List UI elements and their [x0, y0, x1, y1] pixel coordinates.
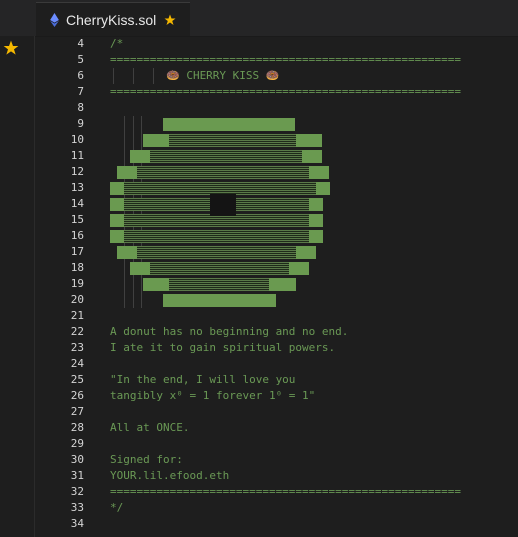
art-block — [117, 246, 137, 259]
line-number: 30 — [70, 453, 84, 466]
art-shading — [137, 246, 296, 259]
line-number: 11 — [70, 149, 84, 162]
line-number: 34 — [70, 517, 84, 530]
line-number: 31 — [70, 469, 84, 482]
art-block — [110, 230, 124, 243]
art-block — [269, 278, 296, 291]
art-block — [309, 198, 323, 211]
separator-line: ========================================… — [110, 53, 461, 66]
separator-line: ========================================… — [110, 485, 461, 498]
art-block — [110, 198, 124, 211]
comment-text: "In the end, I will love you — [110, 373, 296, 386]
line-number: 14 — [70, 197, 84, 210]
line-number: 12 — [70, 165, 84, 178]
art-block — [143, 278, 169, 291]
art-block — [309, 230, 323, 243]
indent-guide — [113, 68, 114, 84]
tab-bar: CherryKiss.sol — [0, 0, 518, 37]
art-shading — [150, 262, 289, 275]
line-number: 9 — [77, 117, 84, 130]
donut-hole — [210, 194, 236, 216]
art-block — [309, 214, 323, 227]
art-block — [110, 214, 124, 227]
line-number: 24 — [70, 357, 84, 370]
line-number: 27 — [70, 405, 84, 418]
art-shading — [169, 278, 269, 291]
comment-text: Signed for: — [110, 453, 183, 466]
comment-text: All at ONCE. — [110, 421, 190, 434]
indent-guide — [133, 68, 134, 84]
art-block — [289, 262, 309, 275]
art-shading — [169, 134, 296, 147]
art-block — [143, 134, 169, 147]
art-block — [316, 182, 330, 195]
art-block — [110, 182, 124, 195]
line-number: 8 — [77, 101, 84, 114]
art-shading — [150, 150, 302, 163]
line-number: 7 — [77, 85, 84, 98]
art-block — [117, 166, 137, 179]
line-number: 20 — [70, 293, 84, 306]
comment-text: I ate it to gain spiritual powers. — [110, 341, 336, 354]
comment-text: tangibly x⁰ = 1 forever 1⁰ = 1" — [110, 389, 316, 402]
line-number: 32 — [70, 485, 84, 498]
line-number: 28 — [70, 421, 84, 434]
line-number: 33 — [70, 501, 84, 514]
line-number: 17 — [70, 245, 84, 258]
line-number: 21 — [70, 309, 84, 322]
line-number: 6 — [77, 69, 84, 82]
line-number: 10 — [70, 133, 84, 146]
indent-guide — [153, 68, 154, 84]
star-icon[interactable] — [164, 14, 176, 26]
line-number: 5 — [77, 53, 84, 66]
comment-text: A donut has no beginning and no end. — [110, 325, 349, 338]
line-number: 26 — [70, 389, 84, 402]
star-icon[interactable] — [3, 40, 19, 56]
comment-text: YOUR.lil.efood.eth — [110, 469, 230, 482]
art-block — [296, 134, 322, 147]
tab-cherrykiss-sol[interactable]: CherryKiss.sol — [36, 2, 190, 36]
art-block — [296, 246, 316, 259]
art-block — [130, 150, 150, 163]
art-shading — [137, 166, 309, 179]
line-number: 4 — [77, 37, 84, 50]
art-block — [309, 166, 329, 179]
line-number: 23 — [70, 341, 84, 354]
title-line: 🍩 CHERRY KISS 🍩 — [166, 69, 280, 82]
tab-title: CherryKiss.sol — [66, 11, 157, 28]
line-number: 19 — [70, 277, 84, 290]
line-number: 13 — [70, 181, 84, 194]
art-shading — [124, 230, 309, 243]
indent-guide — [133, 116, 134, 308]
line-number: 18 — [70, 261, 84, 274]
line-number: 29 — [70, 437, 84, 450]
separator-line: ========================================… — [110, 85, 461, 98]
line-number: 25 — [70, 373, 84, 386]
art-block — [130, 262, 150, 275]
indent-guide — [141, 116, 142, 308]
indent-guide — [124, 116, 125, 308]
editor-window: CherryKiss.sol 4 5 6 7 8 9 10 11 12 13 1… — [0, 0, 518, 537]
art-block — [302, 150, 322, 163]
line-number: 16 — [70, 229, 84, 242]
comment-close: */ — [110, 501, 124, 514]
line-number: 22 — [70, 325, 84, 338]
comment-open: /* — [110, 37, 124, 50]
art-block — [163, 294, 276, 307]
art-block — [163, 118, 295, 131]
ethereum-icon — [50, 12, 59, 27]
activity-bar — [0, 36, 35, 537]
line-number: 15 — [70, 213, 84, 226]
